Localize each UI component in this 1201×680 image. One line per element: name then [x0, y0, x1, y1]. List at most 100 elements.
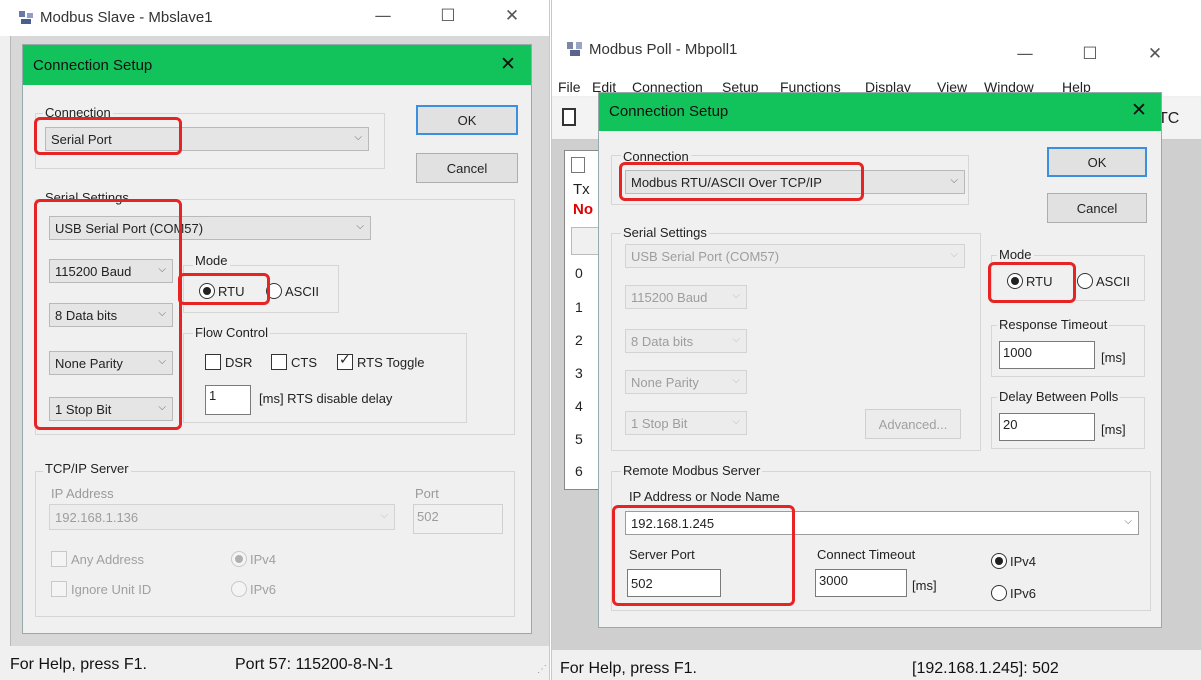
cts-checkbox[interactable]: CTS	[271, 354, 317, 370]
menu-item-file[interactable]: File	[558, 79, 581, 95]
poll-top-blank	[552, 0, 1201, 24]
maximize-icon[interactable]: ☐	[438, 6, 458, 26]
baud-value: 115200 Baud	[631, 289, 708, 305]
highlight-mode-rtu	[178, 273, 270, 305]
mode-ascii-radio[interactable]: ASCII	[266, 283, 319, 299]
radio-selected-icon	[991, 553, 1007, 569]
data-bits-value: 8 Data bits	[631, 333, 694, 349]
child-tx-label: Tx	[573, 181, 590, 198]
ipv4-radio[interactable]: IPv4	[991, 553, 1036, 569]
close-icon[interactable]: ✕	[1145, 44, 1165, 64]
chevron-down-icon: ⌵	[354, 132, 362, 143]
poll-status-ip: [192.168.1.245]: 502	[912, 660, 1059, 677]
parity-select[interactable]: None Parity ⌵	[625, 370, 747, 394]
dialog-close-icon[interactable]: ✕	[500, 53, 516, 75]
dialog-close-icon[interactable]: ✕	[1131, 99, 1147, 121]
ok-button[interactable]: OK	[416, 105, 518, 135]
com-port-select[interactable]: USB Serial Port (COM57) ⌵	[625, 244, 965, 268]
any-address-label: Any Address	[71, 551, 144, 567]
ignore-unit-id-checkbox[interactable]: Ignore Unit ID	[51, 581, 151, 597]
chevron-down-icon: ⌵	[356, 221, 364, 232]
response-timeout-input[interactable]: 1000	[999, 341, 1095, 369]
chevron-down-icon: ⌵	[380, 510, 388, 521]
rts-delay-input[interactable]: 1	[205, 385, 251, 415]
mode-ascii-label: ASCII	[1096, 273, 1130, 289]
remote-server-label: Remote Modbus Server	[621, 463, 763, 478]
response-timeout-label: Response Timeout	[997, 317, 1110, 332]
any-address-checkbox[interactable]: Any Address	[51, 551, 144, 567]
mode-label: Mode	[193, 253, 230, 268]
rts-toggle-checkbox[interactable]: ✓ RTS Toggle	[337, 352, 425, 370]
minimize-icon[interactable]: —	[1015, 44, 1035, 64]
row-number: 0	[575, 265, 583, 281]
ip-node-label: IP Address or Node Name	[629, 489, 780, 504]
radio-unselected-icon	[231, 581, 247, 597]
close-icon[interactable]: ✕	[502, 6, 522, 26]
mode-label: Mode	[997, 247, 1034, 262]
ipv4-label: IPv4	[250, 551, 277, 567]
ok-button[interactable]: OK	[1047, 147, 1147, 177]
mode-ascii-radio[interactable]: ASCII	[1077, 273, 1130, 289]
dsr-checkbox[interactable]: DSR	[205, 354, 252, 370]
delay-between-polls-unit: [ms]	[1101, 422, 1126, 437]
connect-timeout-label: Connect Timeout	[817, 547, 916, 562]
connect-timeout-unit: [ms]	[912, 578, 937, 593]
poll-dialog-title: Connection Setup	[609, 103, 729, 120]
chevron-down-icon: ⌵	[732, 375, 740, 386]
maximize-icon[interactable]: ☐	[1080, 44, 1100, 64]
cts-label: CTS	[291, 354, 317, 370]
ip-address-select[interactable]: 192.168.1.136 ⌵	[49, 504, 395, 530]
radio-unselected-icon	[1077, 273, 1093, 289]
cancel-button[interactable]: Cancel	[1047, 193, 1147, 223]
connect-timeout-input[interactable]: 3000	[815, 569, 907, 597]
checkbox-icon	[205, 354, 221, 370]
poll-window-title: Modbus Poll - Mbpoll1	[589, 41, 738, 58]
advanced-button[interactable]: Advanced...	[865, 409, 961, 439]
poll-app-icon	[566, 40, 584, 58]
ipv6-radio[interactable]: IPv6	[991, 585, 1036, 601]
size-grip-icon[interactable]: ⋰	[537, 664, 547, 675]
poll-status-help: For Help, press F1.	[560, 660, 697, 677]
chevron-down-icon: ⌵	[732, 290, 740, 301]
radio-unselected-icon	[991, 585, 1007, 601]
dsr-label: DSR	[225, 354, 253, 370]
slave-status-port: Port 57: 115200-8-N-1	[235, 656, 394, 673]
row-number: 4	[575, 398, 583, 414]
chevron-down-icon: ⌵	[732, 416, 740, 427]
ipv6-radio[interactable]: IPv6	[231, 581, 276, 597]
slave-titlebar: Modbus Slave - Mbslave1 — ☐ ✕	[0, 0, 550, 36]
response-timeout-unit: [ms]	[1101, 350, 1126, 365]
rts-toggle-label: RTS Toggle	[357, 354, 425, 370]
com-port-value: USB Serial Port (COM57)	[631, 248, 780, 264]
row-number: 5	[575, 431, 583, 447]
minimize-icon[interactable]: —	[373, 6, 393, 26]
slave-app-icon	[18, 10, 35, 26]
baud-select[interactable]: 115200 Baud ⌵	[625, 285, 747, 309]
slave-dialog-title: Connection Setup	[33, 57, 153, 74]
checkbox-icon	[51, 581, 67, 597]
chevron-down-icon: ⌵	[732, 334, 740, 345]
checkbox-icon	[51, 551, 67, 567]
row-number: 2	[575, 332, 583, 348]
ip-address-label: IP Address	[51, 486, 114, 501]
row-number: 3	[575, 365, 583, 381]
data-bits-select[interactable]: 8 Data bits ⌵	[625, 329, 747, 353]
new-document-icon[interactable]	[562, 108, 576, 126]
port-input[interactable]: 502	[413, 504, 503, 534]
highlight-remote-server	[612, 505, 795, 606]
cancel-button[interactable]: Cancel	[416, 153, 518, 183]
highlight-connection	[34, 117, 182, 155]
delay-between-polls-input[interactable]: 20	[999, 413, 1095, 441]
slave-status-help: For Help, press F1.	[10, 656, 147, 673]
tcp-server-label: TCP/IP Server	[43, 461, 131, 476]
parity-value: None Parity	[631, 374, 699, 390]
port-label: Port	[415, 486, 439, 501]
row-header-blank	[571, 227, 601, 255]
child-doc-icon	[571, 157, 585, 173]
ipv4-radio[interactable]: IPv4	[231, 551, 276, 567]
chevron-down-icon: ⌵	[1124, 516, 1132, 527]
chevron-down-icon: ⌵	[950, 249, 958, 260]
ip-address-value: 192.168.1.136	[55, 509, 139, 525]
ignore-unit-id-label: Ignore Unit ID	[71, 581, 152, 597]
stop-bits-select[interactable]: 1 Stop Bit ⌵	[625, 411, 747, 435]
